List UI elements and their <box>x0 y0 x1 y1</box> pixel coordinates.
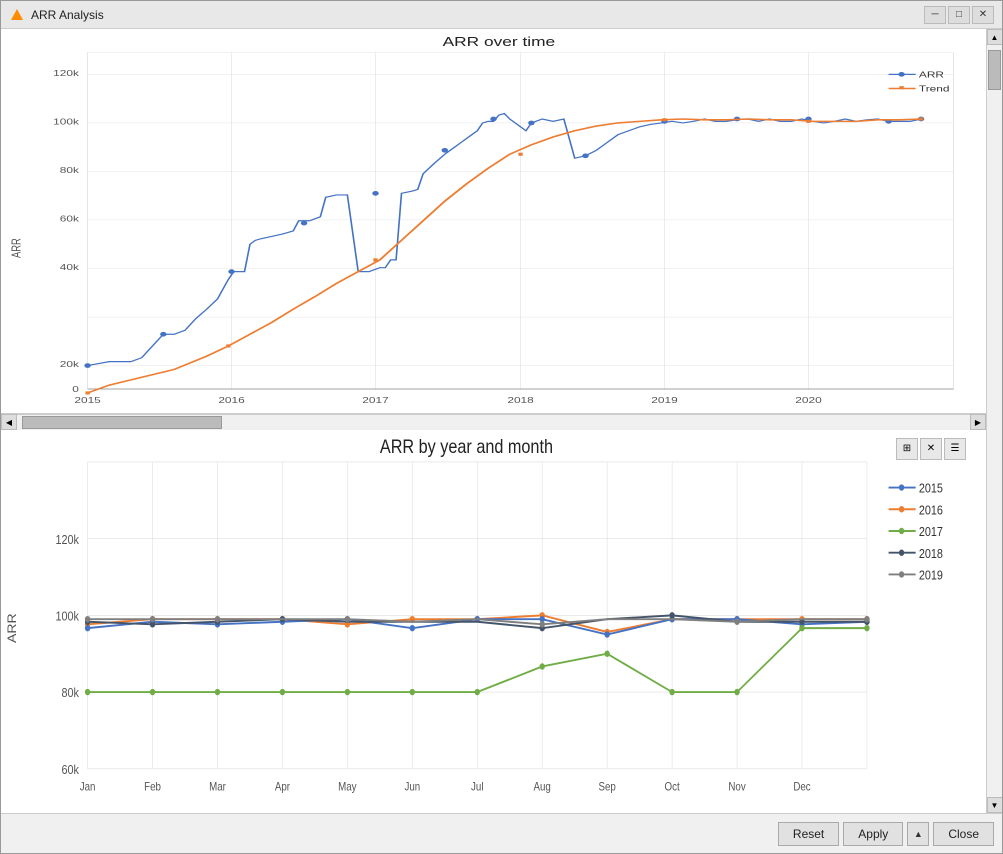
svg-text:60k: 60k <box>60 215 80 224</box>
svg-text:2020: 2020 <box>795 396 822 405</box>
svg-text:ARR: ARR <box>5 613 19 643</box>
svg-text:Nov: Nov <box>728 780 746 793</box>
svg-text:60k: 60k <box>61 761 79 776</box>
svg-text:Jan: Jan <box>80 780 96 793</box>
svg-text:20k: 20k <box>60 360 80 369</box>
svg-text:2018: 2018 <box>507 396 534 405</box>
bottom-bar: Reset Apply ▲ Close <box>1 813 1002 853</box>
svg-text:2016: 2016 <box>919 502 943 517</box>
scroll-left-button[interactable]: ◀ <box>1 414 17 430</box>
toolbar-icon-1[interactable]: ⊞ <box>896 438 918 460</box>
scroll-thumb-h[interactable] <box>22 416 222 429</box>
svg-text:100k: 100k <box>55 608 79 623</box>
main-window: ARR Analysis ─ □ ✕ <box>0 0 1003 854</box>
svg-text:Sep: Sep <box>599 780 616 793</box>
chart1-scrollbar-h[interactable]: ◀ ▶ <box>1 414 986 430</box>
window-title: ARR Analysis <box>31 8 924 22</box>
svg-text:Feb: Feb <box>144 780 161 793</box>
scroll-thumb[interactable] <box>988 50 1001 90</box>
reset-button[interactable]: Reset <box>778 822 839 846</box>
svg-text:Aug: Aug <box>534 780 551 793</box>
charts-area: 0 20k 40k 60k 80k 100k 120k 2015 2016 20… <box>1 29 986 813</box>
minimize-button[interactable]: ─ <box>924 6 946 24</box>
svg-text:2016: 2016 <box>218 396 245 405</box>
svg-text:2015: 2015 <box>74 396 101 405</box>
scroll-down-button[interactable]: ▼ <box>987 797 1003 813</box>
svg-text:0: 0 <box>72 386 79 395</box>
apply-button[interactable]: Apply <box>843 822 903 846</box>
scroll-track-h <box>17 415 970 430</box>
svg-text:Trend: Trend <box>919 85 950 94</box>
svg-text:2018: 2018 <box>919 545 943 560</box>
main-content: 0 20k 40k 60k 80k 100k 120k 2015 2016 20… <box>1 29 1002 813</box>
chart-arr-by-year-month: ⊞ ✕ ☰ <box>1 430 986 814</box>
svg-text:ARR over time: ARR over time <box>443 35 556 49</box>
svg-text:May: May <box>338 780 357 793</box>
svg-text:2019: 2019 <box>919 567 943 582</box>
svg-text:120k: 120k <box>53 69 80 78</box>
svg-text:Apr: Apr <box>275 780 291 793</box>
svg-text:2017: 2017 <box>362 396 389 405</box>
vertical-scrollbar[interactable]: ▲ ▼ <box>986 29 1002 813</box>
close-button[interactable]: Close <box>933 822 994 846</box>
scroll-right-button[interactable]: ▶ <box>970 414 986 430</box>
svg-text:Oct: Oct <box>665 780 680 793</box>
svg-text:100k: 100k <box>53 118 80 127</box>
svg-text:2019: 2019 <box>651 396 678 405</box>
svg-text:40k: 40k <box>60 263 80 272</box>
svg-text:80k: 80k <box>60 166 80 175</box>
svg-text:Jul: Jul <box>471 780 483 793</box>
svg-text:ARR by year and month: ARR by year and month <box>380 435 553 457</box>
svg-text:Jun: Jun <box>404 780 420 793</box>
window-controls: ─ □ ✕ <box>924 6 994 24</box>
nav-up-button[interactable]: ▲ <box>907 822 929 846</box>
chart-arr-over-time: 0 20k 40k 60k 80k 100k 120k 2015 2016 20… <box>1 29 986 414</box>
svg-text:2017: 2017 <box>919 524 943 539</box>
toolbar-icon-2[interactable]: ✕ <box>920 438 942 460</box>
svg-text:Mar: Mar <box>209 780 226 793</box>
app-icon <box>9 7 25 23</box>
scroll-up-button[interactable]: ▲ <box>987 29 1003 45</box>
svg-text:120k: 120k <box>55 531 79 546</box>
chart1-svg: 0 20k 40k 60k 80k 100k 120k 2015 2016 20… <box>1 29 986 413</box>
chart2-svg: 60k 80k 100k 120k Jan Feb Mar Apr May Ju… <box>1 430 986 814</box>
close-window-button[interactable]: ✕ <box>972 6 994 24</box>
scroll-track <box>987 45 1002 797</box>
svg-text:ARR: ARR <box>919 71 945 80</box>
svg-text:80k: 80k <box>61 685 79 700</box>
maximize-button[interactable]: □ <box>948 6 970 24</box>
svg-text:ARR: ARR <box>10 238 24 258</box>
svg-text:2015: 2015 <box>919 480 943 495</box>
toolbar-icon-3[interactable]: ☰ <box>944 438 966 460</box>
chart2-toolbar: ⊞ ✕ ☰ <box>896 438 966 460</box>
title-bar: ARR Analysis ─ □ ✕ <box>1 1 1002 29</box>
svg-text:Dec: Dec <box>793 780 811 793</box>
